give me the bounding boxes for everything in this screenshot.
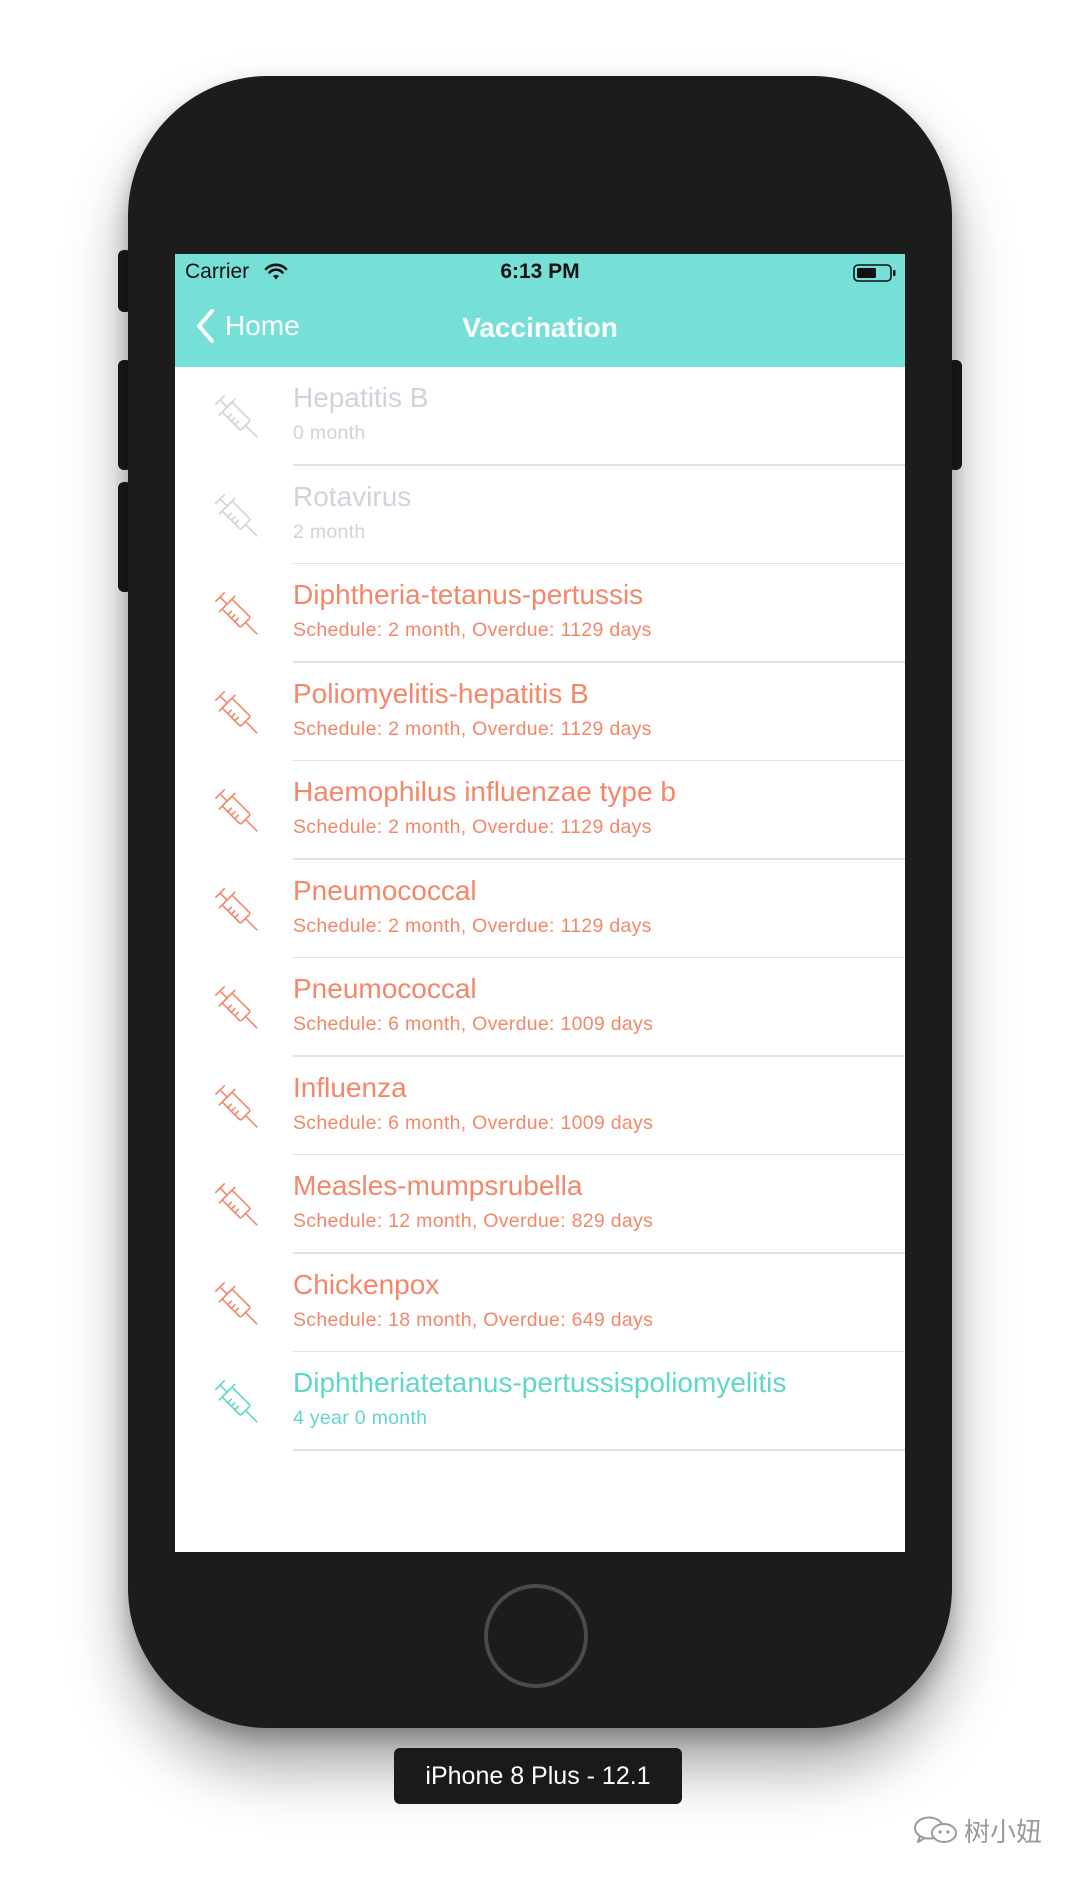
status-bar: Carrier 6:13 PM xyxy=(175,254,905,290)
syringe-icon xyxy=(209,1079,265,1135)
phone-screen: Carrier 6:13 PM Home Vaccination Hepatit… xyxy=(175,254,905,1552)
vaccine-detail: Schedule: 6 month, Overdue: 1009 days xyxy=(293,1013,654,1035)
vaccine-name: Poliomyelitis-hepatitis B xyxy=(293,677,589,709)
vaccine-name: Hepatitis B xyxy=(293,382,429,413)
syringe-icon xyxy=(209,783,265,839)
syringe-icon xyxy=(209,488,265,544)
vaccine-row[interactable]: Chickenpox Schedule: 18 month, Overdue: 6… xyxy=(175,1254,905,1352)
watermark-text: 树小妞 xyxy=(964,1816,1043,1847)
vaccine-name: Chickenpox xyxy=(293,1268,440,1300)
simulator-stage: Carrier 6:13 PM Home Vaccination Hepatit… xyxy=(0,0,1080,1878)
device-label: iPhone 8 Plus - 12.1 xyxy=(394,1748,682,1804)
vaccine-row[interactable]: Pneumococcal Schedule: 2 month, Overdue: … xyxy=(175,860,905,958)
vaccine-name: Pneumococcal xyxy=(293,973,477,1004)
vaccine-name: Haemophilus influenzae type b xyxy=(293,776,676,807)
battery-icon xyxy=(853,264,896,282)
header-bar: Carrier 6:13 PM Home Vaccination xyxy=(175,254,905,367)
syringe-icon xyxy=(209,1374,265,1430)
vaccine-row[interactable]: Haemophilus influenzae type b Schedule: 2… xyxy=(175,761,905,860)
vaccine-detail: Schedule: 2 month, Overdue: 1129 days xyxy=(293,914,652,937)
vaccine-row[interactable]: Measles-mumpsrubella Schedule: 12 month, … xyxy=(175,1155,905,1254)
vaccine-detail: Schedule: 2 month, Overdue: 1129 days xyxy=(293,816,652,838)
row-separator xyxy=(293,1449,905,1451)
syringe-icon xyxy=(209,882,265,938)
vaccine-detail: Schedule: 12 month, Overdue: 829 days xyxy=(293,1210,654,1232)
vaccine-list: Hepatitis B 0 month Rotavirus 2 month Diphth… xyxy=(175,367,905,1451)
vaccine-row[interactable]: Diphtheriatetanus-pertussispoliomyelitis… xyxy=(175,1352,905,1451)
vaccine-name: Diphtheria-tetanus-pertussis xyxy=(293,579,644,610)
vaccine-detail: 2 month xyxy=(293,520,366,543)
vaccine-row[interactable]: Influenza Schedule: 6 month, Overdue: 100… xyxy=(175,1057,905,1155)
wechat-icon xyxy=(914,1816,957,1843)
watermark: 树小妞 xyxy=(912,1810,1042,1850)
vaccine-detail: Schedule: 2 month, Overdue: 1129 days xyxy=(293,717,652,740)
vaccine-detail: Schedule: 2 month, Overdue: 1129 days xyxy=(293,619,652,641)
vaccine-row[interactable]: Diphtheria-tetanus-pertussis Schedule: 2 … xyxy=(175,564,905,663)
syringe-icon xyxy=(209,980,265,1036)
navigation-bar: Home Vaccination xyxy=(175,290,905,367)
syringe-icon xyxy=(209,1276,265,1332)
syringe-icon xyxy=(209,1177,265,1233)
status-time: 6:13 PM xyxy=(500,260,580,283)
vaccine-detail: Schedule: 18 month, Overdue: 649 days xyxy=(293,1308,654,1331)
syringe-icon xyxy=(209,586,265,642)
vaccine-row[interactable]: Rotavirus 2 month xyxy=(175,466,905,564)
vaccine-name: Diphtheriatetanus-pertussispoliomyelitis xyxy=(293,1367,787,1398)
vaccine-detail: Schedule: 6 month, Overdue: 1009 days xyxy=(293,1111,654,1134)
home-button[interactable] xyxy=(484,1584,588,1688)
vaccine-name: Rotavirus xyxy=(293,480,412,512)
vaccine-name: Pneumococcal xyxy=(293,874,477,906)
vaccine-detail: 4 year 0 month xyxy=(293,1407,428,1429)
vaccine-detail: 0 month xyxy=(293,422,366,444)
vaccine-name: Influenza xyxy=(293,1071,407,1103)
page-title: Vaccination xyxy=(462,312,618,343)
syringe-icon xyxy=(209,685,265,741)
syringe-icon xyxy=(209,389,265,445)
vaccine-row[interactable]: Pneumococcal Schedule: 6 month, Overdue: … xyxy=(175,958,905,1057)
vaccine-name: Measles-mumpsrubella xyxy=(293,1170,583,1201)
vaccine-row[interactable]: Hepatitis B 0 month xyxy=(175,367,905,466)
vaccine-row[interactable]: Poliomyelitis-hepatitis B Schedule: 2 mon… xyxy=(175,663,905,761)
